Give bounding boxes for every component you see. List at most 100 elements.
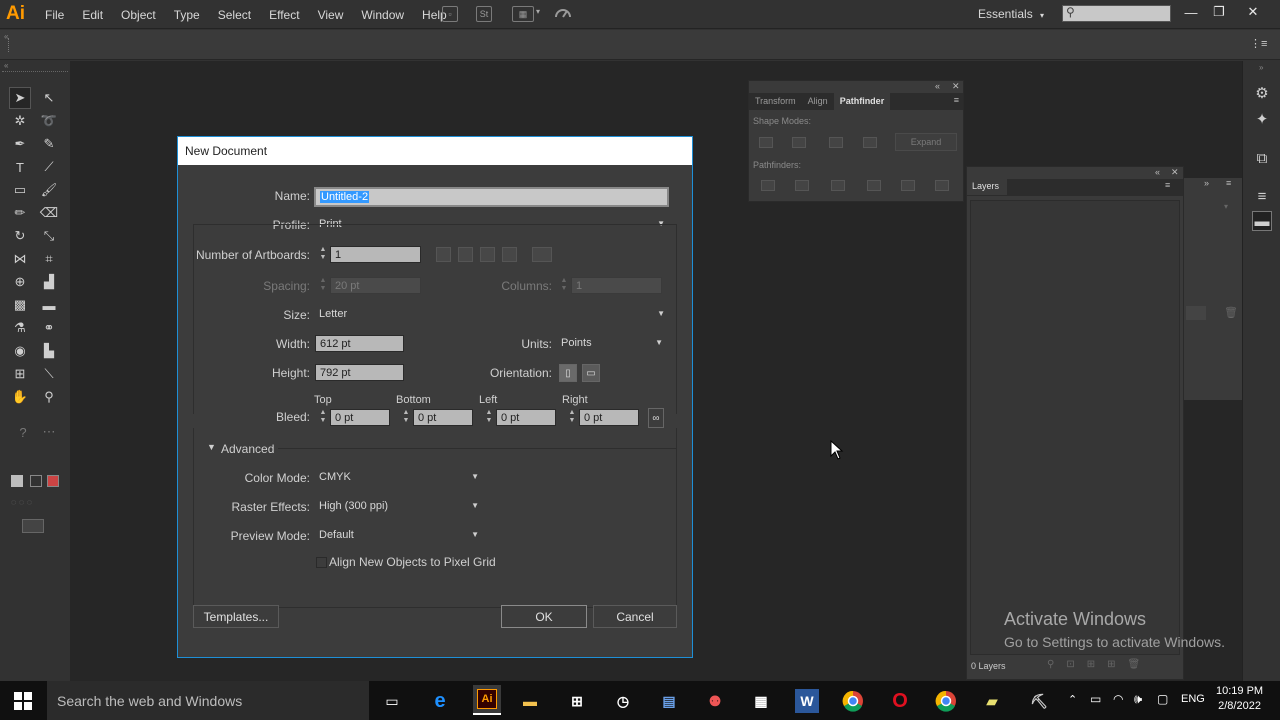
divide-icon[interactable] — [761, 180, 775, 191]
panel-control[interactable] — [1186, 306, 1206, 320]
exclude-icon[interactable] — [863, 137, 877, 148]
cancel-button[interactable]: Cancel — [593, 605, 677, 628]
close-icon[interactable]: ✕ — [1171, 167, 1179, 178]
width-input[interactable]: 612 pt — [315, 335, 404, 352]
input-language[interactable]: ENG — [1181, 693, 1205, 705]
columns-input[interactable]: 1 — [571, 277, 662, 294]
crop-icon[interactable] — [867, 180, 881, 191]
panel-collapse-icon[interactable]: « — [1155, 167, 1160, 177]
slice-tool-icon[interactable]: ⟍ — [38, 363, 60, 385]
arrange-by-row-icon[interactable] — [480, 247, 495, 262]
line-tool-icon[interactable]: ⟋ — [38, 156, 60, 178]
direct-selection-tool-icon[interactable]: ↖ — [38, 87, 60, 109]
lasso-tool-icon[interactable]: ➰ — [38, 110, 60, 132]
menu-type[interactable]: Type — [174, 8, 200, 22]
panel-menu-icon[interactable]: ⋮≡ — [1250, 37, 1267, 50]
size-select[interactable]: Letter ▼ — [315, 306, 669, 323]
scale-tool-icon[interactable]: ⤡ — [38, 225, 60, 247]
menu-view[interactable]: View — [318, 8, 344, 22]
trim-icon[interactable] — [795, 180, 809, 191]
portrait-orientation-icon[interactable]: ▯ — [559, 364, 577, 382]
task-view-icon[interactable]: ▭ — [380, 689, 404, 713]
app-icon[interactable]: ⛏ — [1027, 689, 1051, 713]
layer-actions-icons[interactable]: ⚲⊡⊞⊞🗑 — [1047, 659, 1152, 670]
security-app-icon[interactable]: ⚉ — [703, 689, 727, 713]
file-explorer-icon[interactable]: ▬ — [518, 689, 542, 713]
panel-menu-icon[interactable]: ≡ — [954, 95, 959, 105]
help-icon[interactable]: ? — [12, 421, 34, 443]
tab-transform[interactable]: Transform — [749, 93, 802, 110]
bridge-icon[interactable]: ▫ — [442, 6, 458, 22]
more-tools-icon[interactable]: ⋯ — [38, 421, 60, 443]
templates-button[interactable]: Templates... — [193, 605, 279, 628]
appearance-icon[interactable]: ✦ — [1252, 109, 1272, 129]
hand-tool-icon[interactable]: ✋ — [9, 386, 31, 408]
tab-layers[interactable]: Layers — [967, 179, 1007, 195]
menu-effect[interactable]: Effect — [269, 8, 299, 22]
graph-tool-icon[interactable]: ▟ — [38, 271, 60, 293]
spacing-stepper[interactable]: ▲ ▼ — [317, 277, 329, 294]
workspace-switcher[interactable]: Essentials ▾ — [978, 7, 1044, 21]
bleed-left-stepper[interactable]: ▲ ▼ — [483, 409, 495, 426]
artboards-input[interactable]: 1 — [330, 246, 421, 263]
battery-icon[interactable]: ▭ — [1090, 692, 1101, 706]
calculator-icon[interactable]: ▦ — [749, 689, 773, 713]
bleed-right-input[interactable]: 0 pt — [579, 409, 639, 426]
intersect-icon[interactable] — [829, 137, 843, 148]
system-clock[interactable]: 10:19 PM 2/8/2022 — [1216, 684, 1263, 714]
grid-by-column-icon[interactable] — [458, 247, 473, 262]
trash-icon[interactable]: 🗑 — [1224, 306, 1238, 319]
minus-front-icon[interactable] — [792, 137, 806, 148]
bleed-top-input[interactable]: 0 pt — [330, 409, 390, 426]
menu-select[interactable]: Select — [218, 8, 251, 22]
show-hidden-icons[interactable]: ⌃ — [1068, 693, 1077, 706]
panel-menu-icon[interactable]: ≡ — [1226, 178, 1231, 188]
name-input[interactable]: Untitled-2 — [314, 187, 669, 207]
wifi-icon[interactable]: ◠ — [1113, 692, 1123, 706]
align-pixel-grid-checkbox[interactable] — [316, 557, 327, 568]
notification-icon[interactable]: ▢ — [1157, 692, 1168, 706]
spacing-input[interactable]: 20 pt — [330, 277, 421, 294]
screen-mode-icon[interactable] — [22, 519, 44, 533]
bleed-bottom-stepper[interactable]: ▲ ▼ — [400, 409, 412, 426]
link-icon[interactable]: ∞ — [648, 408, 664, 428]
eyedropper-tool-icon[interactable]: ⚗ — [9, 317, 31, 339]
rotate-tool-icon[interactable]: ↻ — [9, 225, 31, 247]
artboard-tool-icon[interactable]: ⊞ — [9, 363, 31, 385]
grid-by-row-icon[interactable] — [436, 247, 451, 262]
store-icon[interactable]: ⊞ — [565, 689, 589, 713]
opera-icon[interactable]: O — [888, 689, 912, 713]
drawing-modes-icon[interactable]: ◌ ◌ ◌ — [11, 497, 59, 507]
grip-icon[interactable] — [2, 71, 68, 73]
word-icon[interactable]: W — [795, 689, 819, 713]
volume-icon[interactable]: 🕪 — [1134, 691, 1142, 707]
minimize-button[interactable]: — — [1182, 3, 1200, 21]
collapse-arrows-icon[interactable]: « — [4, 61, 8, 70]
pencil-tool-icon[interactable]: ✏ — [9, 202, 31, 224]
menu-object[interactable]: Object — [121, 8, 156, 22]
menu-window[interactable]: Window — [361, 8, 404, 22]
rectangle-tool-icon[interactable]: ▭ — [9, 179, 31, 201]
ok-button[interactable]: OK — [501, 605, 587, 628]
help-search-input[interactable] — [1062, 5, 1171, 22]
height-input[interactable]: 792 pt — [315, 364, 404, 381]
bleed-right-stepper[interactable]: ▲ ▼ — [566, 409, 578, 426]
raster-effects-select[interactable]: High (300 ppi) ▼ — [315, 498, 483, 515]
mesh-tool-icon[interactable]: ▩ — [9, 294, 31, 316]
stock-button[interactable]: St — [476, 6, 492, 22]
layers-icon[interactable]: ≡ — [1252, 186, 1272, 206]
close-button[interactable]: ✕ — [1244, 3, 1262, 21]
arrange-by-column-icon[interactable] — [502, 247, 517, 262]
illustrator-taskbar-item[interactable]: Ai — [473, 685, 501, 715]
blend-tool-icon[interactable]: ⚭ — [38, 317, 60, 339]
bleed-top-stepper[interactable]: ▲ ▼ — [317, 409, 329, 426]
eraser-tool-icon[interactable]: ⌫ — [38, 202, 60, 224]
selection-tool-icon[interactable]: ➤ — [9, 87, 31, 109]
merge-icon[interactable] — [831, 180, 845, 191]
outline-icon[interactable] — [901, 180, 915, 191]
sticky-notes-icon[interactable]: ▰ — [980, 689, 1004, 713]
symbol-sprayer-tool-icon[interactable]: ◉ — [9, 340, 31, 362]
edge-browser-icon[interactable]: e — [428, 689, 452, 713]
network-app-icon[interactable]: ▤ — [657, 689, 681, 713]
expand-button[interactable]: Expand — [895, 133, 957, 151]
